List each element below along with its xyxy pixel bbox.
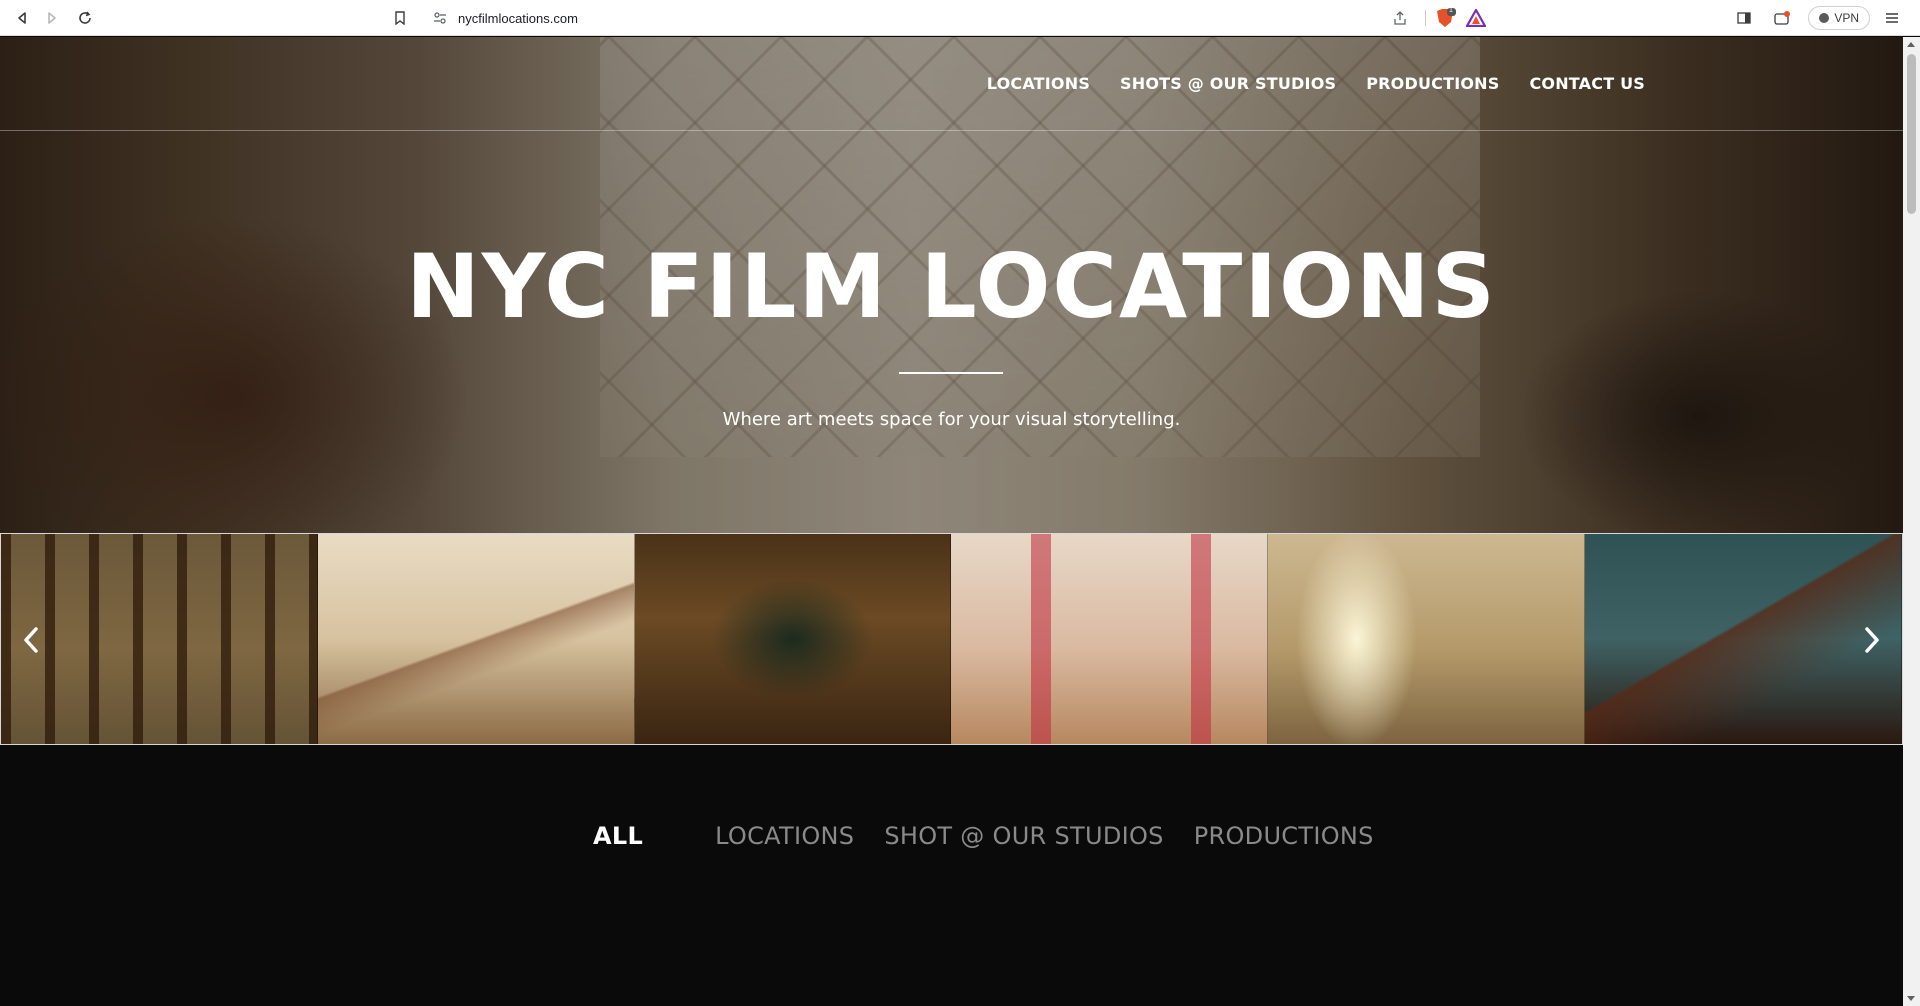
carousel-slide-staircase-hall[interactable]: [317, 534, 635, 744]
carousel-slide-eclectic-living-room[interactable]: [634, 534, 952, 744]
chevron-left-icon: [24, 627, 38, 653]
filter-tab-locations[interactable]: LOCATIONS: [715, 822, 854, 850]
vpn-button[interactable]: VPN: [1808, 6, 1870, 30]
filter-tab-productions[interactable]: PRODUCTIONS: [1194, 822, 1374, 850]
hero-subtitle: Where art meets space for your visual st…: [722, 409, 1181, 430]
site-settings-icon[interactable]: [432, 10, 448, 26]
nav-link-shots-at-our-studios[interactable]: SHOTS @ OUR STUDIOS: [1120, 74, 1336, 93]
toolbar-divider: [1425, 10, 1426, 26]
back-button[interactable]: [10, 6, 34, 30]
header-divider: [0, 130, 1903, 131]
browser-toolbar: nycfilmlocations.com 1 VPN: [0, 0, 1920, 36]
address-bar[interactable]: nycfilmlocations.com 1: [420, 4, 1500, 32]
carousel-slide-bedroom[interactable]: [951, 534, 1269, 744]
forward-arrow-icon: [48, 12, 56, 24]
page-scrollbar[interactable]: [1903, 37, 1920, 1006]
share-icon[interactable]: [1392, 10, 1408, 26]
wallet-button[interactable]: [1768, 4, 1796, 32]
scrollbar-thumb[interactable]: [1907, 54, 1916, 214]
brave-badge: 1: [1449, 7, 1453, 14]
filter-tab-shot-at-our-studios[interactable]: SHOT @ OUR STUDIOS: [884, 822, 1163, 850]
page-viewport: LOCATIONS SHOTS @ OUR STUDIOS PRODUCTION…: [0, 37, 1903, 1006]
forward-button[interactable]: [40, 6, 64, 30]
carousel-slide-vanity-room[interactable]: [1268, 534, 1586, 744]
scroll-up-arrow-icon[interactable]: [1907, 42, 1915, 47]
scroll-down-arrow-icon[interactable]: [1907, 996, 1915, 1001]
browser-menu-button[interactable]: [1878, 4, 1906, 32]
bookmark-icon: [395, 11, 405, 25]
hamburger-menu-icon: [1886, 13, 1898, 23]
url-text[interactable]: nycfilmlocations.com: [458, 11, 578, 26]
portfolio-filter-section: ALL LOCATIONS SHOT @ OUR STUDIOS PRODUCT…: [0, 745, 1903, 1006]
brave-shields-icon[interactable]: 1: [1434, 7, 1456, 28]
vpn-status-icon: [1819, 13, 1830, 23]
sidebar-toggle-button[interactable]: [1730, 4, 1758, 32]
wallet-icon: [1774, 11, 1791, 25]
filter-tab-all[interactable]: ALL: [593, 822, 643, 850]
hero-section: LOCATIONS SHOTS @ OUR STUDIOS PRODUCTION…: [0, 37, 1903, 533]
brave-rewards-icon[interactable]: [1465, 7, 1487, 28]
chevron-right-icon: [1865, 627, 1879, 653]
hero-title-underline: [899, 372, 1003, 374]
nav-link-locations[interactable]: LOCATIONS: [987, 74, 1090, 93]
carousel-next-button[interactable]: [1842, 534, 1902, 744]
main-nav: LOCATIONS SHOTS @ OUR STUDIOS PRODUCTION…: [987, 74, 1645, 93]
reload-button[interactable]: [73, 6, 97, 30]
reload-icon: [79, 11, 91, 24]
vpn-label: VPN: [1834, 11, 1859, 25]
sidebar-icon: [1737, 12, 1751, 24]
bookmark-button[interactable]: [388, 6, 412, 30]
carousel-prev-button[interactable]: [1, 534, 61, 744]
nav-link-contact-us[interactable]: CONTACT US: [1529, 74, 1645, 93]
hero-title: NYC FILM LOCATIONS: [406, 235, 1497, 338]
filter-tabs: ALL LOCATIONS SHOT @ OUR STUDIOS PRODUCT…: [593, 822, 1404, 850]
nav-link-productions[interactable]: PRODUCTIONS: [1366, 74, 1499, 93]
location-carousel: [0, 533, 1903, 745]
back-arrow-icon: [18, 12, 26, 24]
